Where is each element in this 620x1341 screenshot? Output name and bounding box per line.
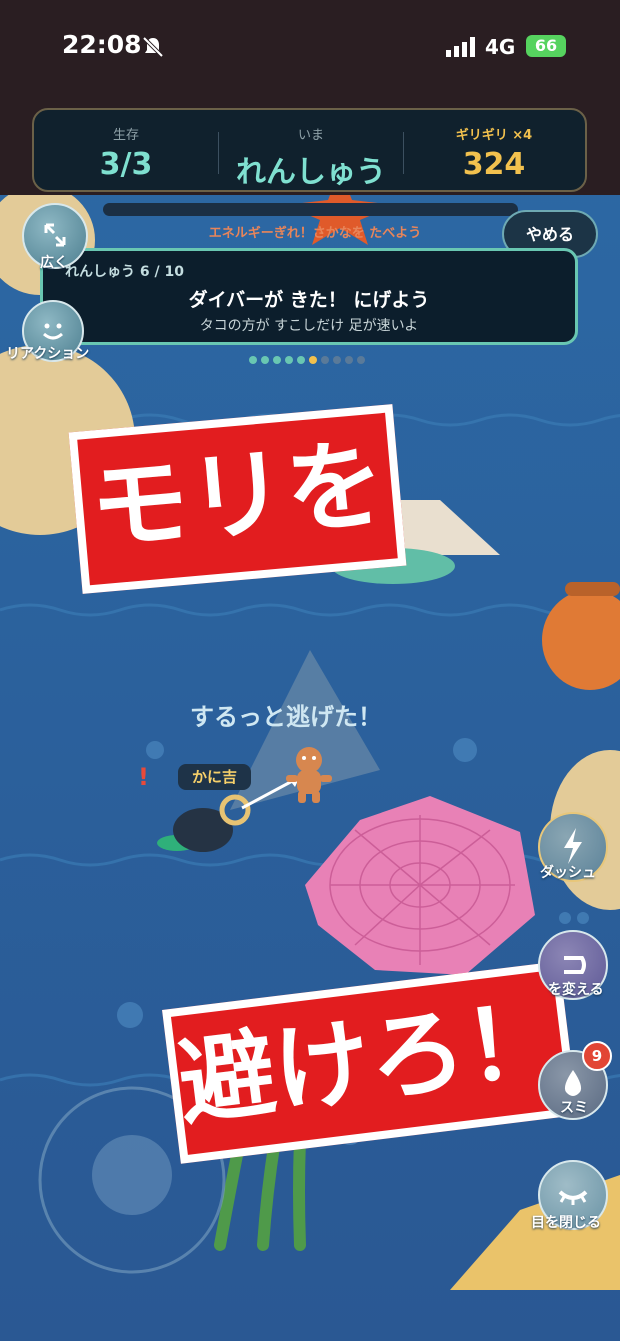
- mode-stat: いま れんしゅう: [219, 124, 403, 191]
- reaction-label: リアクション: [6, 346, 90, 362]
- gingerbread-target-icon: [286, 747, 332, 803]
- change-label: を変える: [548, 982, 604, 998]
- ink-label: スミ: [560, 1100, 588, 1116]
- progress-dot: [309, 356, 317, 364]
- mode-value: れんしゅう: [236, 155, 386, 190]
- combo-value: 324: [462, 147, 526, 182]
- player-name-tag: かに吉: [178, 764, 251, 790]
- combo-label: ギリギリ ×4: [455, 128, 533, 143]
- energy-bar: [103, 203, 518, 216]
- progress-dot: [273, 356, 281, 364]
- overlay-line1: モリを: [68, 404, 407, 594]
- alert-mark: !: [138, 763, 149, 791]
- lesson-panel: れんしゅう 6 / 10 ダイバーが きた！ にげよう タコの方が すこしだけ …: [40, 248, 578, 345]
- score-panel: 生存 3/3 いま れんしゅう ギリギリ ×4 324: [32, 108, 587, 192]
- status-time: 22:08: [62, 30, 142, 59]
- progress-dot: [297, 356, 305, 364]
- alive-stat: 生存 3/3: [34, 124, 218, 182]
- progress-dot: [261, 356, 269, 364]
- mode-label: いま: [297, 128, 324, 143]
- network-type: 4G: [485, 35, 516, 59]
- signal-icon: [446, 37, 475, 57]
- progress-dot: [249, 356, 257, 364]
- progress-dot: [345, 356, 353, 364]
- dash-label: ダッシュ: [540, 865, 596, 881]
- progress-dot: [321, 356, 329, 364]
- zoom-out-label: 広く: [40, 255, 68, 271]
- ink-count-badge: 9: [582, 1041, 612, 1071]
- battery-icon: 66: [526, 35, 566, 57]
- progress-dot: [357, 356, 365, 364]
- energy-warning: エネルギーぎれ！さかなを たべよう: [208, 226, 422, 241]
- combo-stat: ギリギリ ×4 324: [402, 124, 586, 182]
- progress-dot: [333, 356, 341, 364]
- progress-dot: [285, 356, 293, 364]
- alive-label: 生存: [112, 128, 139, 143]
- mute-bell-icon: [142, 36, 164, 58]
- escape-message: するっと逃げた！: [190, 703, 382, 731]
- close-eyes-label: 目を閉じる: [531, 1215, 601, 1231]
- lesson-title: ダイバーが きた！ にげよう: [188, 289, 430, 311]
- lesson-subtitle: タコの方が すこしだけ 足が速いよ: [199, 318, 419, 334]
- alive-value: 3/3: [99, 147, 153, 182]
